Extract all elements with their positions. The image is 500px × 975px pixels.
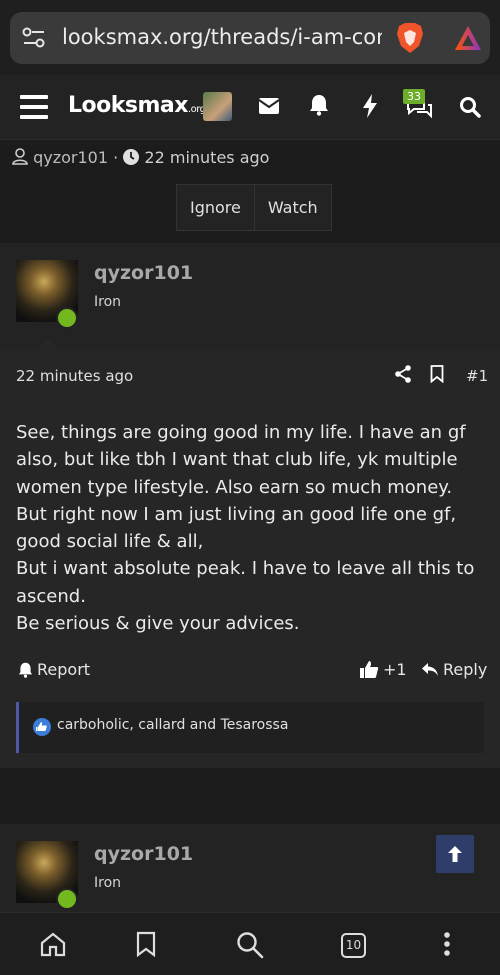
bell-icon[interactable] [309, 94, 329, 116]
scroll-to-top-button[interactable] [436, 835, 474, 873]
post-number[interactable]: #1 [466, 367, 488, 385]
user-icon [12, 148, 28, 165]
like-button[interactable]: +1 [359, 660, 407, 679]
more-icon[interactable] [443, 931, 451, 957]
arrow-up-icon [448, 846, 462, 862]
reactions-users[interactable]: carboholic, callard and Tesarossa [57, 717, 288, 733]
report-button[interactable]: Report [18, 660, 90, 679]
menu-icon[interactable] [20, 95, 48, 119]
site-header: Looksmax.org 33 [0, 75, 500, 140]
browser-toolbar: looksmax.org/threads/i-am-confus [0, 0, 500, 75]
thread-meta: qyzor101 · 22 minutes ago [12, 148, 269, 167]
bookmark-icon[interactable] [430, 365, 444, 383]
bell-icon [18, 662, 33, 678]
home-icon[interactable] [40, 931, 66, 957]
online-indicator [56, 888, 78, 910]
browser-bottom-bar: 10 [0, 912, 500, 975]
search-icon[interactable] [236, 931, 264, 959]
reply-button[interactable]: Reply [421, 660, 487, 679]
separator-dot: · [113, 148, 119, 167]
thread-actions: Ignore Watch [176, 184, 332, 231]
thread-author[interactable]: qyzor101 [33, 148, 108, 167]
search-icon[interactable] [459, 96, 481, 118]
address-bar[interactable]: looksmax.org/threads/i-am-confus [10, 12, 490, 64]
user-rank: Iron [94, 875, 122, 891]
tabs-button[interactable]: 10 [341, 933, 366, 958]
thread-time: 22 minutes ago [144, 148, 270, 167]
avatar-pointer [36, 339, 60, 351]
post-username[interactable]: qyzor101 [94, 843, 193, 865]
watch-button[interactable]: Watch [253, 185, 331, 230]
post-actions: Report +1 Reply [0, 660, 500, 684]
url-text[interactable]: looksmax.org/threads/i-am-confus [62, 25, 382, 49]
post: qyzor101 Iron 22 minutes ago #1 See, thi… [0, 243, 500, 768]
ignore-button[interactable]: Ignore [177, 185, 254, 230]
post-paragraph: But i want absolute peak. I have to leav… [16, 558, 475, 607]
user-rank: Iron [94, 294, 122, 310]
mail-icon[interactable] [258, 97, 280, 115]
user-avatar[interactable] [203, 92, 232, 121]
post-paragraph: But right now I am just living an good l… [16, 503, 457, 553]
reactions-bar[interactable]: carboholic, callard and Tesarossa [16, 702, 484, 753]
post-paragraph: See, things are going good in my life. I… [16, 422, 466, 498]
brave-rewards-icon[interactable] [453, 24, 483, 52]
bookmarks-icon[interactable] [136, 931, 156, 957]
chat-badge: 33 [403, 89, 425, 104]
post-header: qyzor101 Iron [0, 243, 500, 351]
online-indicator [56, 307, 78, 329]
thumbs-up-icon [360, 661, 379, 678]
site-settings-icon[interactable] [22, 27, 46, 49]
share-icon[interactable] [394, 365, 412, 383]
lightning-icon[interactable] [362, 94, 378, 118]
clock-icon [123, 149, 140, 165]
post: qyzor101 Iron [0, 824, 500, 914]
post-time[interactable]: 22 minutes ago [16, 367, 133, 385]
reply-icon [422, 663, 438, 676]
post-paragraph: Be serious & give your advices. [16, 613, 300, 635]
post-username[interactable]: qyzor101 [94, 262, 193, 284]
logo-eye-o: o [96, 93, 111, 118]
post-body: See, things are going good in my life. I… [16, 419, 492, 637]
brave-shields-icon[interactable] [395, 22, 425, 54]
like-reaction-icon [33, 718, 51, 736]
site-logo[interactable]: Looksmax.org [68, 93, 206, 118]
